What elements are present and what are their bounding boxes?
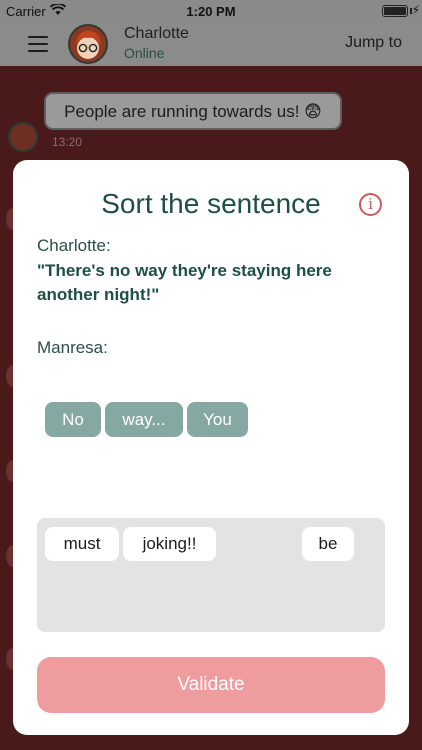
- validate-button[interactable]: Validate: [37, 657, 385, 713]
- info-icon[interactable]: i: [359, 193, 382, 216]
- answer-word-chip[interactable]: You: [187, 402, 248, 437]
- sort-sentence-modal: Sort the sentence i Charlotte: "There's …: [13, 160, 409, 735]
- chat-message-bubble: People are running towards us! 😨: [44, 92, 342, 130]
- quote-text: "There's no way they're staying here ano…: [37, 261, 332, 304]
- chat-header: Charlotte Online Jump to: [0, 22, 422, 66]
- battery-icon: [382, 5, 408, 17]
- answer-word-chip[interactable]: No: [45, 402, 101, 437]
- word-chip[interactable]: be: [302, 527, 354, 561]
- answer-word-chip[interactable]: way...: [105, 402, 183, 437]
- charging-icon: ⚡: [411, 3, 420, 17]
- contact-status: Online: [124, 45, 165, 61]
- modal-title: Sort the sentence: [101, 188, 321, 219]
- word-pool: must joking!! be: [37, 518, 385, 632]
- word-chip[interactable]: joking!!: [123, 527, 216, 561]
- contact-name: Charlotte: [124, 25, 189, 42]
- avatar[interactable]: [68, 24, 108, 64]
- reply-speaker-label: Manresa:: [37, 338, 108, 357]
- speaker-label: Charlotte:: [37, 236, 111, 255]
- chat-timestamp: 13:20: [52, 135, 83, 149]
- chat-avatar: [8, 122, 38, 152]
- word-chip[interactable]: must: [45, 527, 119, 561]
- jump-to-button[interactable]: Jump to: [345, 34, 402, 52]
- menu-icon[interactable]: [28, 36, 48, 52]
- status-time: 1:20 PM: [186, 4, 236, 19]
- status-bar: Carrier 1:20 PM ⚡: [0, 0, 422, 22]
